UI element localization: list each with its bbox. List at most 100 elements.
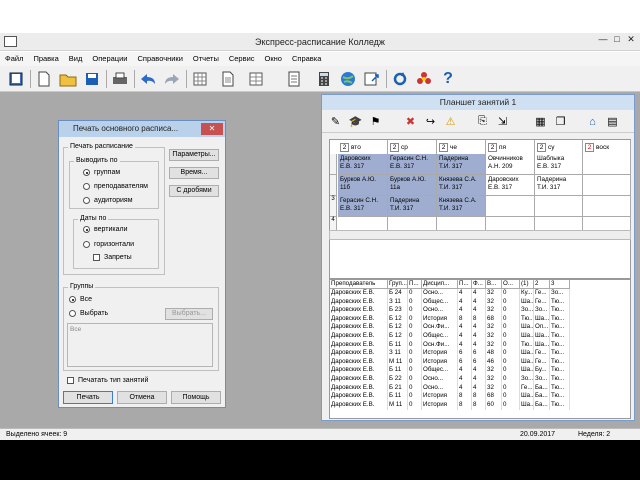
menu-item-4[interactable]: Справочники (132, 52, 187, 66)
schedule-cell[interactable]: Падерина Т.И. 317 (437, 154, 486, 175)
menu-item-2[interactable]: Вид (64, 52, 88, 66)
export-icon[interactable] (362, 69, 382, 89)
schedule-cell[interactable] (486, 196, 535, 217)
print-button[interactable]: Печать (63, 391, 113, 404)
schedule-cell[interactable] (535, 196, 583, 217)
choose-groups-button[interactable]: Выбрать... (165, 308, 213, 320)
radio-choose-groups[interactable]: Выбрать (69, 310, 108, 317)
schedule-cell[interactable] (583, 175, 631, 196)
bans-checkbox[interactable]: Запреты (93, 254, 132, 261)
schedule-cell[interactable] (583, 196, 631, 217)
table-cell[interactable]: 0 (408, 400, 422, 410)
schedule-cell[interactable]: Князева С.А. Т.И. 317 (437, 175, 486, 196)
dialog-close-button[interactable]: ✕ (201, 123, 223, 135)
planshet-title-bar[interactable]: Планшет занятий 1 (322, 95, 634, 110)
schedule-cell[interactable]: Даровских Е.В. 317 (338, 154, 388, 175)
table-header[interactable]: П... (408, 280, 422, 289)
radio-horizontal[interactable]: горизонтали (83, 241, 134, 248)
schedule-cell[interactable]: Шаблыка Е.В. 317 (535, 154, 583, 175)
paste-icon[interactable]: ⇲ (494, 113, 511, 130)
schedule-cell[interactable]: Овчинников А.Н. 209 (486, 154, 535, 175)
windows-icon[interactable]: ❐ (552, 113, 569, 130)
table-header[interactable]: 3 (550, 280, 570, 289)
time-button[interactable]: Время... (169, 167, 219, 179)
table-header[interactable]: В... (486, 280, 502, 289)
table-header[interactable]: Дисцип... (422, 280, 458, 289)
schedule-cell[interactable]: Бурков А.Ю. 11б (338, 175, 388, 196)
groups-list[interactable]: Все (67, 323, 213, 367)
menu-item-3[interactable]: Операции (87, 52, 132, 66)
book-icon[interactable] (6, 69, 26, 89)
table-cell[interactable]: М 11 (388, 400, 408, 410)
table-cell[interactable]: История (422, 400, 458, 410)
save-icon[interactable] (82, 69, 102, 89)
table-cell[interactable]: Ба... (534, 400, 550, 410)
params-button[interactable]: Параметры... (169, 149, 219, 161)
copy-icon[interactable]: ⎘ (474, 113, 491, 130)
move-icon[interactable]: ↪ (422, 113, 439, 130)
grid-icon-2[interactable] (246, 69, 266, 89)
schedule-cell[interactable]: Бурков А.Ю. 11а (388, 175, 437, 196)
redo-icon[interactable] (162, 69, 182, 89)
table-cell[interactable]: 8 (472, 400, 486, 410)
minimize-button[interactable]: — (596, 33, 610, 47)
menu-item-1[interactable]: Правка (28, 52, 63, 66)
edit-icon[interactable]: ✎ (327, 113, 344, 130)
help-icon[interactable]: ? (438, 69, 458, 89)
table-cell[interactable]: 60 (486, 400, 502, 410)
menu-item-7[interactable]: Окно (260, 52, 287, 66)
menu-item-8[interactable]: Справка (287, 52, 326, 66)
schedule-cell[interactable] (583, 154, 631, 175)
grid-icon[interactable] (190, 69, 210, 89)
day-header-2[interactable]: 2 че (437, 140, 486, 154)
radio-vertical[interactable]: вертикали (83, 226, 128, 233)
calendar-icon[interactable]: ▦ (532, 113, 549, 130)
schedule-cell[interactable]: Падерина Т.И. 317 (535, 175, 583, 196)
print-type-checkbox[interactable]: Печатать тип занятий (67, 377, 148, 384)
table-cell[interactable]: 8 (458, 400, 472, 410)
schedule-cell[interactable]: Князева С.А. Т.И. 317 (437, 196, 486, 217)
schedule-cell[interactable]: Даровских Е.В. 317 (486, 175, 535, 196)
radio-by-groups[interactable]: группам (83, 169, 120, 176)
warning-icon[interactable]: ⚠ (442, 113, 459, 130)
new-file-icon[interactable] (34, 69, 54, 89)
menu-item-0[interactable]: Файл (0, 52, 28, 66)
refresh-icon[interactable] (390, 69, 410, 89)
day-header-5[interactable]: 2 воск (583, 140, 631, 154)
schedule-cell[interactable]: Падерина Т.И. 317 (388, 196, 437, 217)
graduation-icon[interactable]: 🎓 (347, 113, 364, 130)
table-header[interactable]: О... (502, 280, 520, 289)
schedule-cell[interactable]: Герасин С.Н. Е.В. 317 (338, 196, 388, 217)
table-header[interactable]: (1) (520, 280, 534, 289)
book-open-icon[interactable]: ▤ (604, 113, 621, 130)
cancel-button[interactable]: Отмена (117, 391, 167, 404)
document-icon[interactable] (218, 69, 238, 89)
menu-item-5[interactable]: Отчеты (188, 52, 224, 66)
flower-icon[interactable] (414, 69, 434, 89)
table-header[interactable]: 2 (534, 280, 550, 289)
schedule-grid[interactable]: 2 вто 2 ср 2 че 2 пя 2 су 2 воск Даровских Е.В. 317 Ге… (329, 139, 631, 279)
radio-by-rooms[interactable]: аудиториям (83, 197, 133, 204)
open-folder-icon[interactable] (58, 69, 78, 89)
maximize-button[interactable]: □ (610, 33, 624, 47)
radio-all-groups[interactable]: Все (69, 296, 92, 303)
table-cell[interactable]: Тю... (550, 400, 570, 410)
menu-item-6[interactable]: Сервис (224, 52, 260, 66)
table-cell[interactable]: Даровских Е.В. (330, 400, 388, 410)
table-header[interactable]: Груп... (388, 280, 408, 289)
day-header-1[interactable]: 2 ср (388, 140, 437, 154)
globe-icon[interactable] (338, 69, 358, 89)
help-button[interactable]: Помощь (171, 391, 221, 404)
load-table[interactable]: Преподаватель Груп... П... Дисцип... П... Ф..… (329, 279, 631, 419)
people-icon[interactable]: ⚑ (367, 113, 384, 130)
home-icon[interactable]: ⌂ (584, 113, 601, 130)
table-header[interactable]: Преподаватель (330, 280, 388, 289)
day-header-4[interactable]: 2 су (535, 140, 583, 154)
table-cell[interactable]: Ша... (520, 400, 534, 410)
undo-icon[interactable] (138, 69, 158, 89)
grid-scrollbar[interactable] (329, 230, 631, 240)
table-cell[interactable]: 0 (502, 400, 520, 410)
day-header-3[interactable]: 2 пя (486, 140, 535, 154)
print-icon[interactable] (110, 69, 130, 89)
fractions-button[interactable]: С дробями (169, 185, 219, 197)
